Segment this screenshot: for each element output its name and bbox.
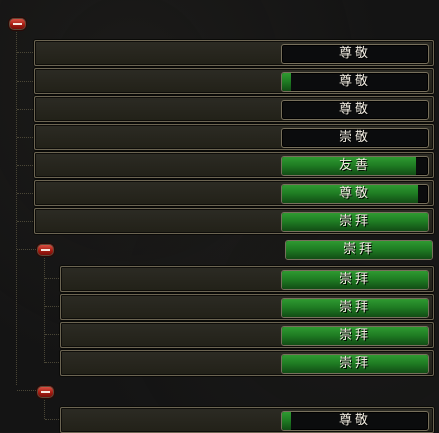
- collapse-group-button[interactable]: [36, 385, 55, 399]
- reputation-row[interactable]: 尊敬: [34, 68, 434, 94]
- reputation-label: 崇拜: [338, 328, 371, 343]
- reputation-bar: 尊敬: [281, 411, 429, 431]
- tree-line: [16, 30, 17, 385]
- reputation-bar: 友善: [281, 156, 429, 176]
- reputation-row[interactable]: 崇拜: [60, 294, 434, 320]
- reputation-row[interactable]: 崇敬: [34, 124, 434, 150]
- reputation-bar: 崇拜: [281, 326, 429, 346]
- reputation-label: 尊敬: [338, 413, 371, 428]
- tree-line: [17, 193, 35, 194]
- reputation-bar: 尊敬: [281, 100, 429, 120]
- reputation-bar: 崇拜: [281, 212, 429, 232]
- reputation-row[interactable]: 尊敬: [60, 407, 434, 433]
- reputation-row[interactable]: 尊敬: [34, 40, 434, 66]
- reputation-label: 崇拜: [338, 300, 371, 315]
- reputation-row[interactable]: 尊敬: [34, 180, 434, 206]
- tree-line: [45, 334, 61, 335]
- tree-line: [45, 278, 61, 279]
- group-reputation-bar[interactable]: 崇拜: [285, 240, 433, 260]
- reputation-label: 崇拜: [338, 214, 371, 229]
- tree-line: [45, 419, 61, 420]
- tree-line: [17, 165, 35, 166]
- reputation-label: 崇拜: [338, 272, 371, 287]
- reputation-label: 崇拜: [342, 242, 375, 257]
- tree-line: [17, 249, 36, 250]
- tree-line: [44, 397, 45, 419]
- tree-line: [44, 256, 45, 363]
- reputation-row[interactable]: 崇拜: [60, 266, 434, 292]
- collapse-group-button[interactable]: [36, 243, 55, 257]
- reputation-bar: 崇拜: [281, 354, 429, 374]
- tree-line: [17, 390, 36, 391]
- tree-line: [17, 109, 35, 110]
- reputation-label: 崇敬: [338, 130, 371, 145]
- reputation-label: 尊敬: [338, 74, 371, 89]
- reputation-label: 尊敬: [338, 46, 371, 61]
- reputation-label: 崇拜: [338, 356, 371, 371]
- reputation-label: 尊敬: [338, 102, 371, 117]
- tree-line: [45, 306, 61, 307]
- reputation-bar: 尊敬: [281, 44, 429, 64]
- reputation-row[interactable]: 尊敬: [34, 96, 434, 122]
- tree-line: [17, 221, 35, 222]
- reputation-label: 友善: [338, 158, 371, 173]
- reputation-row[interactable]: 崇拜: [34, 208, 434, 234]
- reputation-row[interactable]: 崇拜: [60, 322, 434, 348]
- reputation-label: 尊敬: [338, 186, 371, 201]
- tree-line: [17, 137, 35, 138]
- collapse-root-button[interactable]: [8, 17, 27, 31]
- tree-line: [45, 362, 61, 363]
- reputation-bar: 崇拜: [281, 298, 429, 318]
- tree-line: [17, 81, 35, 82]
- tree-line: [17, 52, 35, 53]
- reputation-bar: 崇拜: [281, 270, 429, 290]
- reputation-bar: 崇敬: [281, 128, 429, 148]
- reputation-bar: 尊敬: [281, 72, 429, 92]
- reputation-bar: 尊敬: [281, 184, 429, 204]
- reputation-row[interactable]: 友善: [34, 152, 434, 178]
- reputation-row[interactable]: 崇拜: [60, 350, 434, 376]
